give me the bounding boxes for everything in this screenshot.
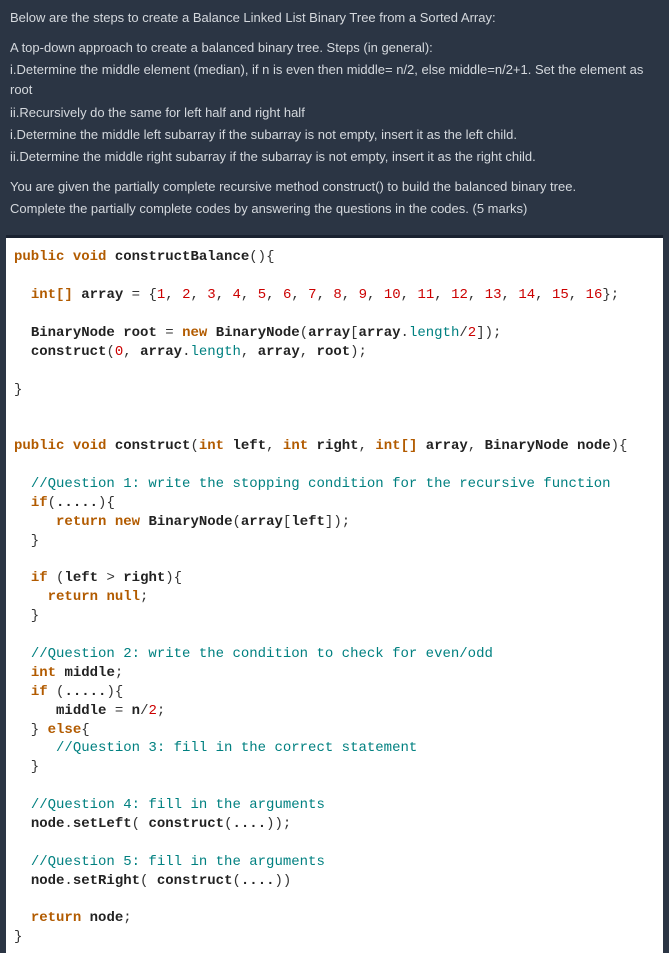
kw-if: if [31,495,48,511]
var-node: node [90,910,124,926]
var-middle: middle [64,665,114,681]
kw-public: public [14,438,64,454]
substep-ii: ii.Determine the middle right subarray i… [10,147,659,167]
question-4-comment: //Question 4: fill in the arguments [31,797,325,813]
var-array: array [359,325,401,341]
question-5-comment: //Question 5: fill in the arguments [31,854,325,870]
question-1-comment: //Question 1: write the stopping conditi… [31,476,611,492]
num-3: 3 [207,287,215,303]
var-array: array [140,344,182,360]
var-array: array [241,514,283,530]
fn-construct-call: construct [148,816,224,832]
type-binarynode: BinaryNode [485,438,569,454]
fn-construct: construct [115,438,191,454]
kw-int-arr: int[] [375,438,417,454]
blank-5: .... [241,873,275,889]
prop-length: length [409,325,459,341]
kw-void: void [73,249,107,265]
num-11: 11 [417,287,434,303]
var-array: array [258,344,300,360]
question-2-comment: //Question 2: write the condition to che… [31,646,493,662]
method-setleft: setLeft [73,816,132,832]
kw-new: new [182,325,207,341]
type-binarynode: BinaryNode [216,325,300,341]
var-root: root [317,344,351,360]
var-middle: middle [56,703,106,719]
var-array: array [81,287,123,303]
param-array: array [426,438,468,454]
task-line-2: Complete the partially complete codes by… [10,199,659,219]
num-0: 0 [115,344,123,360]
num-10: 10 [384,287,401,303]
num-15: 15 [552,287,569,303]
step-overview: A top-down approach to create a balanced… [10,38,659,58]
kw-if: if [31,570,48,586]
kw-else: else [48,722,82,738]
num-2: 2 [182,287,190,303]
num-2b: 2 [468,325,476,341]
num-5: 5 [258,287,266,303]
num-7: 7 [308,287,316,303]
kw-return: return [31,910,81,926]
var-array: array [308,325,350,341]
num-9: 9 [359,287,367,303]
type-binarynode: BinaryNode [148,514,232,530]
kw-int: int [199,438,224,454]
var-left: left [64,570,98,586]
num-16: 16 [586,287,603,303]
var-n: n [132,703,140,719]
num-14: 14 [518,287,535,303]
num-4: 4 [233,287,241,303]
num-12: 12 [451,287,468,303]
num-8: 8 [333,287,341,303]
prop-length: length [190,344,240,360]
kw-int: int [31,665,56,681]
kw-public: public [14,249,64,265]
type-binarynode: BinaryNode [31,325,115,341]
kw-null: null [106,589,140,605]
blank-4: .... [232,816,266,832]
param-node: node [577,438,611,454]
kw-int: int [283,438,308,454]
param-left: left [233,438,267,454]
code-block: public void constructBalance(){ int[] ar… [6,235,663,953]
blank-2: ..... [64,684,106,700]
method-setright: setRight [73,873,140,889]
fn-construct-call: construct [31,344,107,360]
kw-if: if [31,684,48,700]
step-i: i.Determine the middle element (median),… [10,60,659,100]
question-3-comment: //Question 3: fill in the correct statem… [56,740,417,756]
fn-construct-call: construct [157,873,233,889]
kw-new: new [115,514,140,530]
step-ii: ii.Recursively do the same for left half… [10,103,659,123]
kw-return: return [56,514,106,530]
kw-return: return [48,589,98,605]
param-right: right [317,438,359,454]
kw-void: void [73,438,107,454]
var-node: node [31,816,65,832]
num-13: 13 [485,287,502,303]
fn-constructBalance: constructBalance [115,249,249,265]
num-1: 1 [157,287,165,303]
intro-text: Below are the steps to create a Balance … [10,8,659,28]
var-left: left [291,514,325,530]
substep-i: i.Determine the middle left subarray if … [10,125,659,145]
num-6: 6 [283,287,291,303]
instructions-panel: Below are the steps to create a Balance … [0,0,669,235]
blank-1: ..... [56,495,98,511]
var-node: node [31,873,65,889]
kw-int-arr: int[] [31,287,73,303]
num-2c: 2 [148,703,156,719]
var-right: right [123,570,165,586]
var-root: root [123,325,157,341]
task-line-1: You are given the partially complete rec… [10,177,659,197]
